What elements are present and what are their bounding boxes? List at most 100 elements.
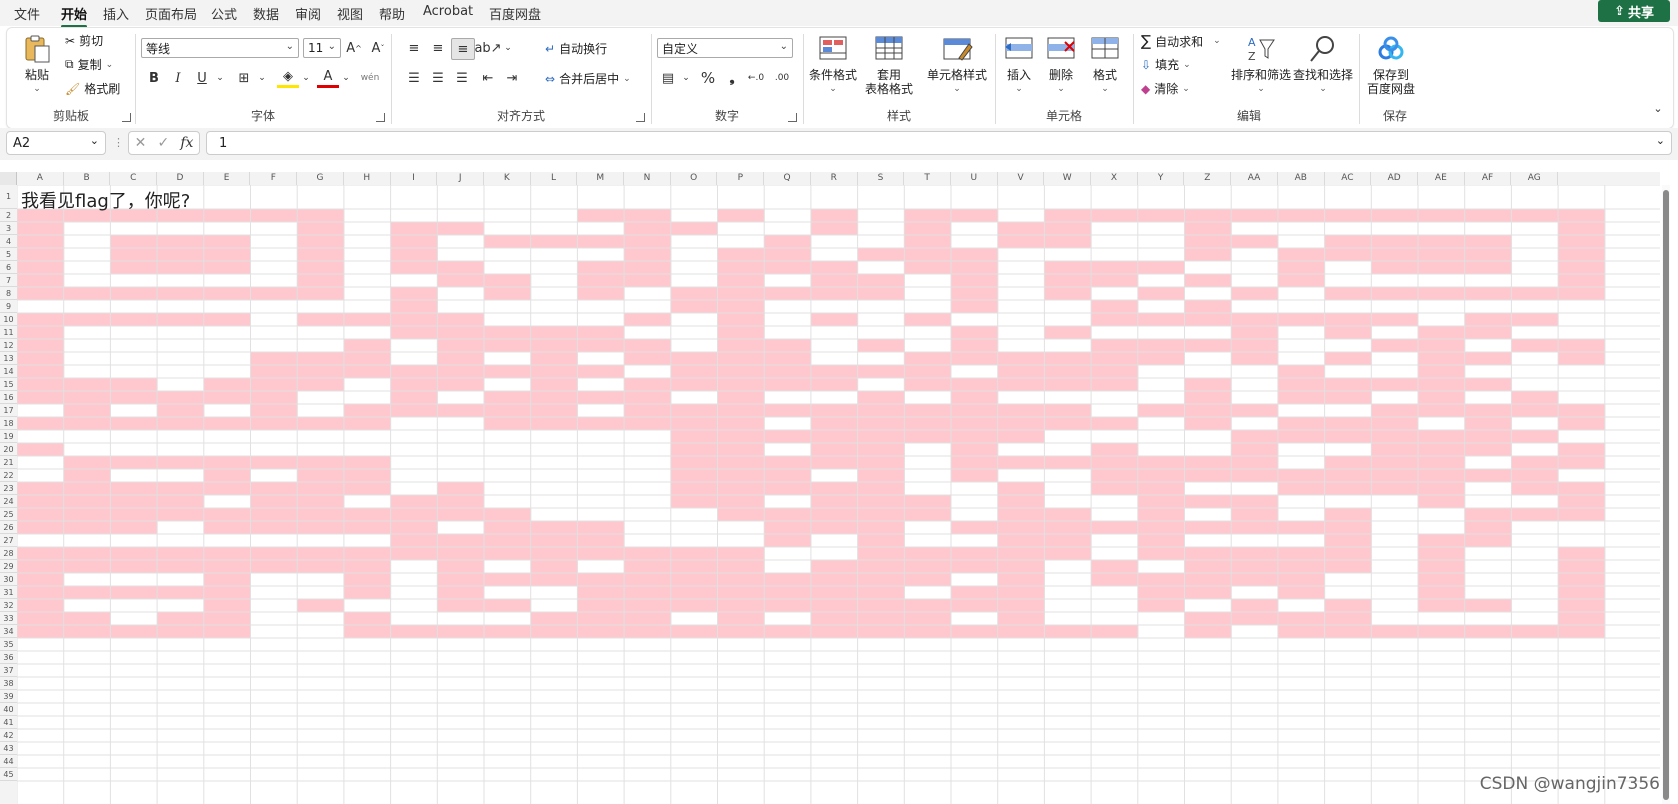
filled-cell[interactable] xyxy=(1418,547,1466,561)
filled-cell[interactable] xyxy=(1277,521,1326,535)
filled-cell[interactable] xyxy=(484,508,532,522)
filled-cell[interactable] xyxy=(1464,469,1512,483)
paste-button[interactable]: 粘贴 ⌄ xyxy=(21,34,53,96)
filled-cell[interactable] xyxy=(63,469,111,483)
filled-cell[interactable] xyxy=(63,560,111,574)
decrease-font-icon[interactable]: Aˇ xyxy=(367,38,389,58)
filled-cell[interactable] xyxy=(1231,430,1279,444)
align-middle-icon[interactable]: ≡ xyxy=(427,38,449,58)
filled-cell[interactable] xyxy=(530,404,578,418)
filled-cell[interactable] xyxy=(484,274,532,288)
row-header-19[interactable]: 19 xyxy=(0,430,17,443)
menu-review[interactable]: 审阅 xyxy=(295,4,321,23)
share-button[interactable]: ⇪ 共享 xyxy=(1598,0,1670,22)
filled-cell[interactable] xyxy=(297,599,345,613)
filled-cell[interactable] xyxy=(484,365,532,379)
filled-cell[interactable] xyxy=(343,365,392,379)
menu-home[interactable]: 开始 xyxy=(61,4,88,28)
filled-cell[interactable] xyxy=(1464,417,1512,431)
name-box[interactable]: A2 ⌄ xyxy=(6,131,106,155)
filled-cell[interactable] xyxy=(1418,560,1466,574)
filled-cell[interactable] xyxy=(1558,547,1606,561)
filled-cell[interactable] xyxy=(810,599,859,613)
filled-cell[interactable] xyxy=(857,443,905,457)
filled-cell[interactable] xyxy=(1558,417,1606,431)
merge-center-button[interactable]: ⇔ 合并后居中 ⌄ xyxy=(545,70,631,87)
column-header-z[interactable]: Z xyxy=(1185,172,1232,185)
filled-cell[interactable] xyxy=(390,248,438,262)
filled-cell[interactable] xyxy=(624,547,672,561)
filled-cell[interactable] xyxy=(63,391,111,405)
filled-cell[interactable] xyxy=(577,521,625,535)
splitter-handle[interactable]: ⋮ xyxy=(113,136,124,149)
filled-cell[interactable] xyxy=(577,547,625,561)
filled-cell[interactable] xyxy=(250,508,298,522)
filled-cell[interactable] xyxy=(157,391,205,405)
filled-cell[interactable] xyxy=(1511,625,1559,639)
filled-cell[interactable] xyxy=(1044,274,1092,288)
filled-cell[interactable] xyxy=(437,222,485,236)
filled-cell[interactable] xyxy=(951,391,999,405)
filled-cell[interactable] xyxy=(437,586,485,600)
filled-cell[interactable] xyxy=(1558,274,1606,288)
row-header-32[interactable]: 32 xyxy=(0,599,17,612)
filled-cell[interactable] xyxy=(63,508,111,522)
filled-cell[interactable] xyxy=(63,417,111,431)
filled-cell[interactable] xyxy=(203,625,251,639)
filled-cell[interactable] xyxy=(951,326,999,340)
row-header-33[interactable]: 33 xyxy=(0,612,17,625)
filled-cell[interactable] xyxy=(624,274,672,288)
row-header-20[interactable]: 20 xyxy=(0,443,17,456)
decrease-indent-icon[interactable]: ⇤ xyxy=(477,68,499,88)
filled-cell[interactable] xyxy=(437,599,485,613)
filled-cell[interactable] xyxy=(157,248,205,262)
row-header-36[interactable]: 36 xyxy=(0,651,17,664)
filled-cell[interactable] xyxy=(717,508,765,522)
row-header-11[interactable]: 11 xyxy=(0,326,17,339)
filled-cell[interactable] xyxy=(670,599,718,613)
filled-cell[interactable] xyxy=(203,287,251,301)
filled-cell[interactable] xyxy=(297,456,345,470)
filled-cell[interactable] xyxy=(203,547,251,561)
filled-cell[interactable] xyxy=(1324,287,1372,301)
filled-cell[interactable] xyxy=(1418,599,1466,613)
filled-cell[interactable] xyxy=(1418,443,1466,457)
filled-cell[interactable] xyxy=(203,573,251,587)
filled-cell[interactable] xyxy=(670,560,718,574)
filled-cell[interactable] xyxy=(1324,352,1372,366)
filled-cell[interactable] xyxy=(203,599,251,613)
filled-cell[interactable] xyxy=(110,560,158,574)
filled-cell[interactable] xyxy=(1464,534,1512,548)
filled-cell[interactable] xyxy=(1044,521,1092,535)
filled-cell[interactable] xyxy=(1044,625,1092,639)
increase-font-icon[interactable]: A ^ xyxy=(343,38,365,58)
vertical-scrollbar[interactable] xyxy=(1662,185,1670,804)
filled-cell[interactable] xyxy=(157,417,205,431)
filled-cell[interactable] xyxy=(1418,495,1466,509)
filled-cell[interactable] xyxy=(17,560,65,574)
filled-cell[interactable] xyxy=(670,417,718,431)
filled-cell[interactable] xyxy=(17,365,65,379)
column-header-s[interactable]: S xyxy=(858,172,905,185)
row-header-16[interactable]: 16 xyxy=(0,391,17,404)
filled-cell[interactable] xyxy=(810,261,859,275)
filled-cell[interactable] xyxy=(1137,573,1185,587)
row-header-8[interactable]: 8 xyxy=(0,287,17,300)
filled-cell[interactable] xyxy=(810,287,859,301)
filled-cell[interactable] xyxy=(1044,261,1092,275)
filled-cell[interactable] xyxy=(63,482,111,496)
filled-cell[interactable] xyxy=(997,482,1045,496)
select-all-corner[interactable] xyxy=(0,172,17,185)
filled-cell[interactable] xyxy=(297,378,345,392)
format-as-table-button[interactable]: 套用 表格格式 xyxy=(865,34,913,96)
filled-cell[interactable] xyxy=(390,300,438,314)
filled-cell[interactable] xyxy=(997,352,1045,366)
filled-cell[interactable] xyxy=(764,534,812,548)
filled-cell[interactable] xyxy=(764,352,812,366)
filled-cell[interactable] xyxy=(297,222,345,236)
filled-cell[interactable] xyxy=(857,625,905,639)
filled-cell[interactable] xyxy=(764,625,812,639)
filled-cell[interactable] xyxy=(764,469,812,483)
filled-cell[interactable] xyxy=(810,508,859,522)
filled-cell[interactable] xyxy=(764,365,812,379)
